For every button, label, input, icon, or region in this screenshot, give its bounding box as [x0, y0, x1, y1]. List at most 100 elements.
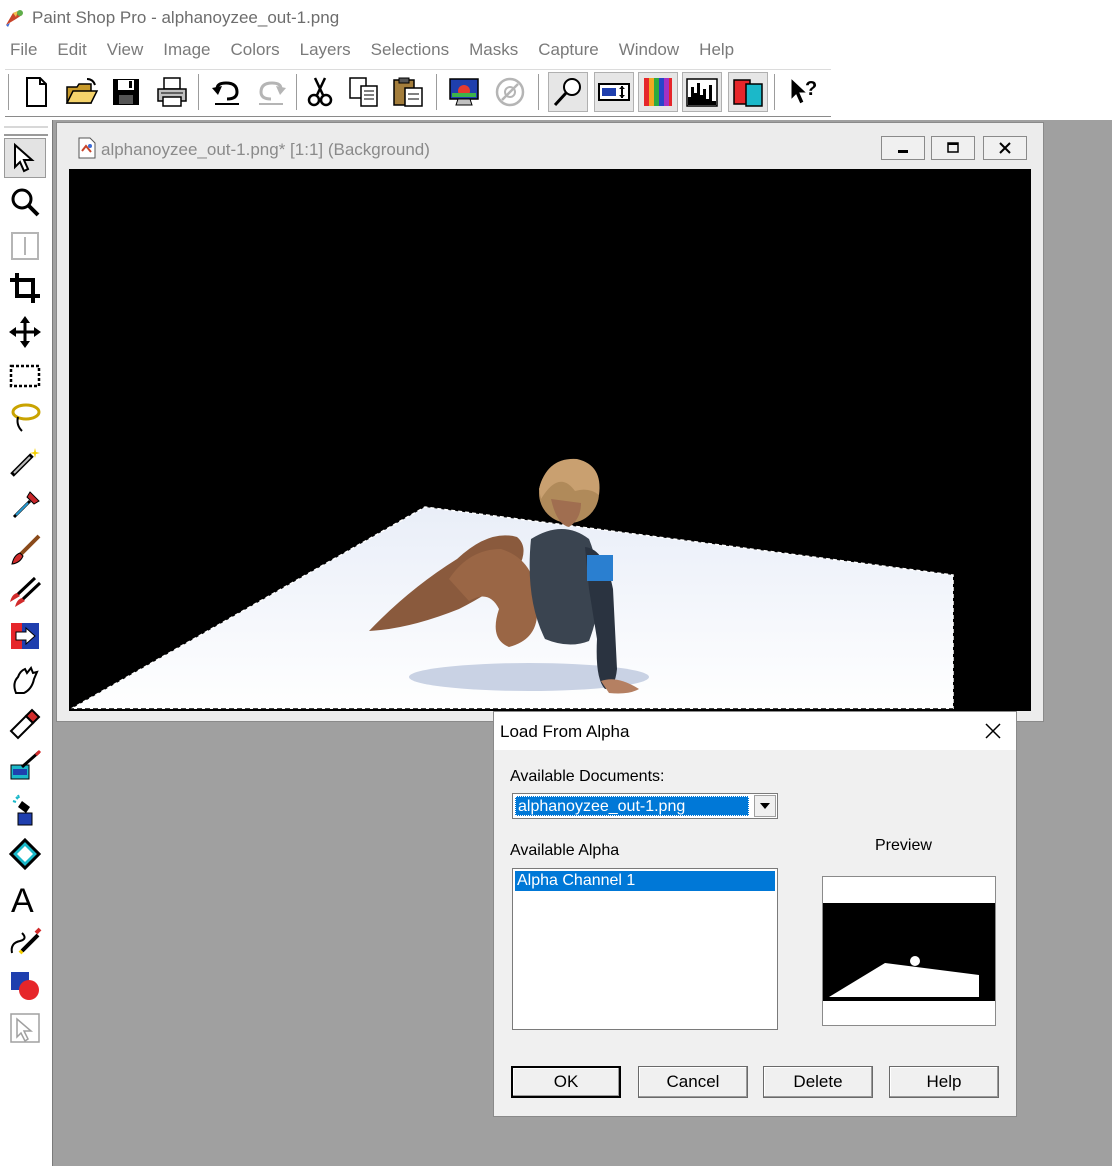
clone-brush-tool[interactable]: [4, 572, 46, 612]
color-palette-toggle-button[interactable]: [638, 72, 678, 112]
preset-shapes-icon: [11, 972, 39, 1000]
histogram-toggle-icon: [686, 78, 718, 107]
available-documents-dropdown[interactable]: alphanoyzee_out-1.png: [512, 793, 778, 819]
menu-layers[interactable]: Layers: [290, 36, 361, 64]
mover-tool-icon: [9, 316, 41, 348]
draw-tool[interactable]: [4, 922, 46, 962]
menu-bar: File Edit View Image Colors Layers Selec…: [0, 36, 1112, 64]
list-item[interactable]: Alpha Channel 1: [515, 871, 775, 891]
text-tool[interactable]: A: [4, 878, 46, 918]
available-alpha-label: Available Alpha: [510, 842, 620, 859]
menu-edit[interactable]: Edit: [47, 36, 96, 64]
dropdown-arrow-button[interactable]: [754, 795, 776, 817]
color-replacer-tool[interactable]: [4, 616, 46, 656]
undo-button[interactable]: [206, 72, 246, 112]
paint-brush-icon: [11, 534, 41, 565]
print-button[interactable]: [152, 72, 192, 112]
save-button[interactable]: [106, 72, 146, 112]
tool-palette-toggle-icon: [553, 78, 581, 107]
selection-tool[interactable]: [4, 356, 46, 396]
deformation-tool-icon: [11, 232, 39, 260]
copy-icon: [349, 77, 378, 107]
dialog-title: Load From Alpha: [500, 722, 630, 741]
image-window-title-bar[interactable]: alphanoyzee_out-1.png* [1:1] (Background…: [57, 123, 1043, 169]
retouch-tool[interactable]: [4, 660, 46, 700]
palette-grip[interactable]: [4, 126, 48, 136]
tool-options-toggle-icon: [598, 83, 630, 101]
new-document-button[interactable]: [16, 72, 56, 112]
eraser-tool[interactable]: [4, 704, 46, 744]
menu-colors[interactable]: Colors: [221, 36, 290, 64]
help-button[interactable]: Help: [889, 1066, 999, 1098]
menu-image[interactable]: Image: [153, 36, 220, 64]
load-from-alpha-dialog: Load From Alpha Available Documents: alp…: [493, 711, 1017, 1117]
delete-button[interactable]: Delete: [763, 1066, 873, 1098]
selected-document: alphanoyzee_out-1.png: [515, 796, 749, 816]
open-button[interactable]: [62, 72, 102, 112]
deformation-tool[interactable]: [4, 226, 46, 266]
zoom-tool[interactable]: [4, 182, 46, 222]
maximize-button[interactable]: [931, 136, 975, 160]
menu-help[interactable]: Help: [689, 36, 744, 64]
flood-fill-icon: [8, 837, 42, 871]
image-canvas[interactable]: [69, 169, 1031, 711]
copy-button[interactable]: [344, 72, 384, 112]
tool-palette-toggle-button[interactable]: [548, 72, 588, 112]
cancel-button[interactable]: Cancel: [638, 1066, 748, 1098]
menu-selections[interactable]: Selections: [361, 36, 459, 64]
layer-palette-toggle-button[interactable]: [728, 72, 768, 112]
layer-palette-toggle-icon: [733, 79, 763, 107]
object-selector-tool[interactable]: [4, 1008, 46, 1048]
document-icon: [78, 137, 96, 159]
crop-tool[interactable]: [4, 268, 46, 308]
paste-icon: [393, 77, 423, 107]
picture-tube-icon: [10, 749, 42, 780]
main-toolbar: ?: [0, 64, 1112, 120]
normal-viewing-button[interactable]: [490, 72, 530, 112]
minimize-button[interactable]: [881, 136, 925, 160]
preset-shapes-tool[interactable]: [4, 966, 46, 1006]
context-help-button[interactable]: ?: [784, 72, 824, 112]
color-palette-toggle-icon: [644, 78, 672, 106]
freehand-lasso-tool[interactable]: [4, 398, 46, 438]
menu-file[interactable]: File: [0, 36, 47, 64]
image-document-window: alphanoyzee_out-1.png* [1:1] (Background…: [56, 122, 1044, 722]
normal-viewing-icon: [495, 77, 525, 107]
menu-view[interactable]: View: [97, 36, 154, 64]
arrow-tool-icon: [14, 142, 35, 173]
menu-window[interactable]: Window: [609, 36, 689, 64]
menu-masks[interactable]: Masks: [459, 36, 528, 64]
dialog-close-button[interactable]: [978, 718, 1008, 744]
draw-tool-icon: [10, 927, 42, 955]
dropper-tool-icon: [12, 491, 40, 519]
tool-options-toggle-button[interactable]: [594, 72, 634, 112]
redo-icon: [259, 81, 286, 105]
full-screen-preview-button[interactable]: [444, 72, 484, 112]
cut-button[interactable]: [300, 72, 340, 112]
flood-fill-tool[interactable]: [4, 834, 46, 874]
mover-tool[interactable]: [4, 312, 46, 352]
paste-button[interactable]: [388, 72, 428, 112]
histogram-toggle-button[interactable]: [682, 72, 722, 112]
full-screen-preview-icon: [449, 78, 479, 106]
menu-capture[interactable]: Capture: [528, 36, 608, 64]
arrow-tool[interactable]: [4, 138, 46, 178]
tool-palette: A: [0, 120, 53, 1166]
toolbar-grip: [8, 74, 12, 110]
picture-tube-tool[interactable]: [4, 746, 46, 786]
clone-brush-icon: [10, 576, 42, 607]
window-title: Paint Shop Pro - alphanoyzee_out-1.png: [32, 8, 340, 27]
magic-wand-tool[interactable]: [4, 442, 46, 482]
dialog-title-bar[interactable]: Load From Alpha: [494, 712, 1016, 750]
color-replacer-icon: [11, 623, 39, 649]
close-image-button[interactable]: [983, 136, 1027, 160]
ok-button[interactable]: OK: [511, 1066, 621, 1098]
dropper-tool[interactable]: [4, 486, 46, 526]
paint-brush-tool[interactable]: [4, 530, 46, 570]
retouch-tool-icon: [13, 666, 39, 694]
rendered-image: [69, 458, 954, 710]
save-disk-icon: [113, 79, 139, 105]
redo-button[interactable]: [252, 72, 292, 112]
available-alpha-list[interactable]: Alpha Channel 1: [512, 868, 778, 1030]
airbrush-tool[interactable]: [4, 790, 46, 830]
